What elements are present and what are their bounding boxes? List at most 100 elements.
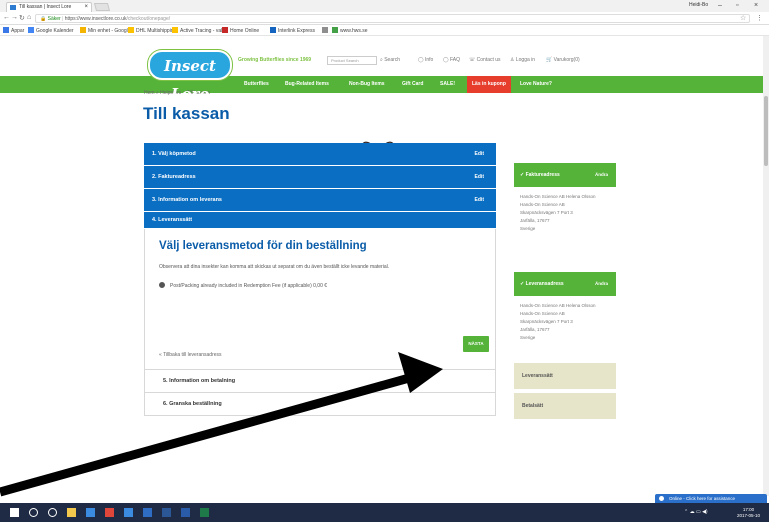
minimize-icon[interactable]: – [718, 0, 722, 11]
outlook-icon[interactable] [143, 508, 152, 517]
page-scrollbar[interactable] [763, 36, 769, 496]
checkout-steps: 1. Välj köpmetod Edit 2. Faktureadress E… [144, 143, 496, 229]
reload-icon[interactable]: ↻ [19, 14, 25, 22]
nav-item-non-bug[interactable]: Non-Bug Items [349, 76, 385, 93]
sidebar-billing-change-link[interactable]: Ändra [595, 163, 608, 187]
bookmark-item[interactable]: Interlink Express [270, 27, 315, 35]
bookmark-label: DHL Multishipping [136, 28, 177, 34]
chrome-icon[interactable] [105, 508, 114, 517]
bookmark-label: Google Kalender [36, 28, 74, 34]
next-button[interactable]: NÄSTA [463, 336, 489, 352]
nav-item-coupon[interactable]: Läs in kuponp [467, 76, 511, 93]
top-link-info[interactable]: ◯ Info [418, 57, 433, 63]
top-link-label: Logga in [515, 57, 536, 63]
task-view-icon[interactable] [48, 508, 57, 517]
bookmark-label: Home Online [230, 28, 260, 34]
sidebar-shipping-change-link[interactable]: Ändra [595, 272, 608, 296]
new-tab-button[interactable] [93, 3, 111, 11]
step-edit-link[interactable]: Edit [475, 166, 484, 189]
forward-icon[interactable]: → [11, 14, 18, 21]
bookmark-label: Min enhet - Googl [88, 28, 128, 34]
browser-tab[interactable]: Till kassan | Insect Lore × [6, 2, 92, 12]
web-page: Insect Lore Growing Butterflies since 19… [0, 36, 769, 496]
windows-start-icon[interactable] [10, 508, 19, 517]
sidebar-billing-title: Faktureadress [525, 172, 560, 178]
address-line: Jarfälla, 17677 [520, 327, 550, 332]
chat-label: Online - Click here for assistance [669, 496, 736, 501]
url-input[interactable]: 🔒 Säker | https://www.insectlore.co.uk/c… [35, 14, 750, 23]
screen: Till kassan | Insect Lore × Heidi-Bo – ▫… [0, 0, 769, 522]
shipping-option-radio[interactable] [159, 282, 165, 288]
nav-item-bug-related[interactable]: Bug-Related Items [285, 76, 329, 93]
address-line: Skarpnäcksvägen 7 Port 3 [520, 210, 573, 215]
panel-title: Välj leveransmetod för din beställning [159, 240, 367, 252]
bookmark-item[interactable]: DHL Multishipping [128, 27, 176, 35]
top-link-label: Varukorg(0) [553, 57, 580, 63]
nav-item-butterflies[interactable]: Butterflies [244, 76, 269, 93]
search-button-label: Search [384, 57, 401, 63]
bookmark-item[interactable]: Active Tracing - val [172, 27, 222, 35]
nav-item-gift-card[interactable]: Gift Card [402, 76, 423, 93]
lock-icon: 🔒 [40, 16, 47, 22]
close-window-icon[interactable]: × [754, 0, 758, 11]
bookmark-item[interactable]: Home Online [222, 27, 259, 35]
bookmark-label: Appar [11, 28, 25, 34]
nav-item-sale[interactable]: SALE! [440, 76, 455, 93]
edge-icon[interactable] [124, 508, 133, 517]
bookmark-item[interactable]: Min enhet - Googl [80, 27, 128, 35]
browser-menu-icon[interactable]: ⋮ [756, 14, 763, 22]
step-review-order[interactable]: 6. Granska beställning [144, 393, 496, 416]
store-icon[interactable] [86, 508, 95, 517]
photoshop-icon[interactable] [181, 508, 190, 517]
top-link-login[interactable]: ♙ Logga in [510, 57, 535, 63]
search-input[interactable]: Product Search [327, 56, 377, 65]
site-logo[interactable]: Insect Lore [148, 50, 232, 103]
main-nav: Butterflies Bug-Related Items Non-Bug It… [0, 76, 763, 93]
bookmark-item[interactable]: www.hws.se [332, 27, 368, 35]
search-button[interactable]: ⌕ Search [380, 56, 400, 65]
address-line: Hands-On Science AB Helena Olsson [520, 194, 596, 199]
step-label: 3. Information om leverans [152, 197, 222, 203]
file-explorer-icon[interactable] [67, 508, 76, 517]
bookmark-label: www.hws.se [340, 28, 368, 34]
word-icon[interactable] [162, 508, 171, 517]
home-icon[interactable]: ⌂ [27, 14, 31, 21]
step-billing-address[interactable]: 2. Faktureadress Edit [144, 166, 496, 189]
profile-name[interactable]: Heidi-Bo [689, 2, 708, 8]
bookmark-item[interactable]: Google Kalender [28, 27, 74, 35]
step-edit-link[interactable]: Edit [475, 143, 484, 166]
address-line: Hands-On Science AB Helena Olsson [520, 303, 596, 308]
bookmark-item[interactable] [322, 27, 330, 35]
chat-icon [659, 496, 664, 501]
top-link-faq[interactable]: ◯ FAQ [443, 57, 460, 63]
step-label: 4. Leveranssätt [152, 217, 193, 223]
step-edit-link[interactable]: Edit [475, 189, 484, 212]
search-icon[interactable] [29, 508, 38, 517]
scrollbar-thumb[interactable] [764, 96, 768, 166]
back-to-shipping-link[interactable]: « Tillbaka till leveransadress [159, 352, 222, 358]
publisher-icon[interactable] [200, 508, 209, 517]
top-link-cart[interactable]: 🛒 Varukorg(0) [546, 57, 580, 63]
sidebar-billing-header: ✓ Faktureadress Ändra [514, 163, 616, 187]
shipping-option-label[interactable]: Post/Packing already included in Redempt… [170, 283, 327, 289]
shipping-method-panel: Välj leveransmetod för din beställning O… [144, 229, 496, 370]
system-tray[interactable]: ⌃ ☁ ▭ ◀) [684, 509, 708, 515]
bookmark-icon [80, 27, 86, 33]
browser-titlebar: Till kassan | Insect Lore × Heidi-Bo – ▫… [0, 0, 769, 12]
maximize-icon[interactable]: ▫ [736, 0, 738, 11]
top-link-contact[interactable]: ☏ Contact us [469, 57, 501, 63]
address-line: Hands-On Science AB [520, 311, 565, 316]
bookmark-item[interactable]: Appar [3, 27, 24, 35]
step-payment-info[interactable]: 5. Information om betalning [144, 370, 496, 393]
bookmark-icon [222, 27, 228, 33]
bookmark-star-icon[interactable]: ☆ [740, 14, 746, 22]
clock[interactable]: 17:00 2017-05-10 [737, 507, 760, 519]
close-tab-icon[interactable]: × [84, 3, 88, 12]
url-host: https://www.insectlore.co.uk [64, 16, 127, 22]
step-shipping-info[interactable]: 3. Information om leverans Edit [144, 189, 496, 212]
step-purchase-method[interactable]: 1. Välj köpmetod Edit [144, 143, 496, 166]
nav-item-love-nature[interactable]: Love Nature? [520, 76, 552, 93]
chat-widget[interactable]: Online - Click here for assistance [655, 494, 767, 503]
step-shipping-method: 4. Leveranssätt [144, 212, 496, 229]
back-icon[interactable]: ← [3, 14, 10, 21]
